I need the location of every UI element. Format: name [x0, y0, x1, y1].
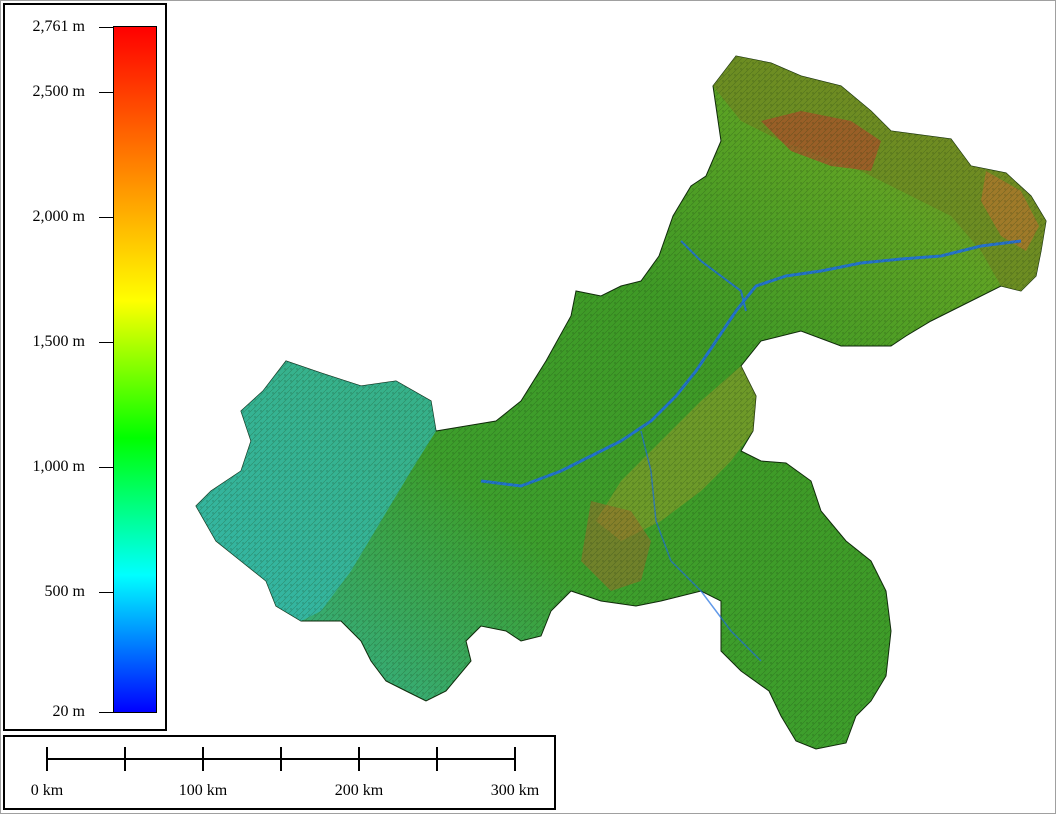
scale-tick — [358, 747, 360, 771]
scale-tick — [202, 747, 204, 771]
scale-tick — [514, 747, 516, 771]
scale-tick — [280, 747, 282, 771]
legend-tick — [99, 467, 113, 469]
elevation-legend: 2,761 m 2,500 m 2,000 m 1,500 m 1,000 m 500 m… — [3, 3, 167, 731]
scale-label: 300 km — [490, 782, 540, 799]
legend-tick — [99, 592, 113, 594]
legend-label: 20 m — [52, 703, 85, 720]
scale-tick — [124, 747, 126, 771]
legend-label: 1,000 m — [32, 458, 85, 476]
legend-label: 2,761 m — [32, 18, 85, 35]
legend-label: 2,000 m — [32, 208, 85, 226]
legend-tick — [99, 92, 113, 94]
scale-tick — [436, 747, 438, 771]
scale-label: 100 km — [178, 782, 228, 799]
legend-tick — [99, 217, 113, 219]
legend-label: 1,500 m — [32, 333, 85, 351]
legend-label: 2,500 m — [32, 83, 85, 101]
scale-bar: 0 km 100 km 200 km 300 km — [3, 735, 556, 810]
scale-label: 0 km — [30, 782, 64, 799]
legend-tick — [99, 27, 113, 28]
scale-label: 200 km — [334, 782, 384, 799]
legend-color-ramp — [113, 26, 157, 713]
legend-tick — [99, 342, 113, 344]
legend-label: 500 m — [44, 583, 85, 601]
scale-tick — [46, 747, 48, 771]
terrain-texture — [196, 56, 1046, 749]
legend-tick — [99, 712, 113, 713]
